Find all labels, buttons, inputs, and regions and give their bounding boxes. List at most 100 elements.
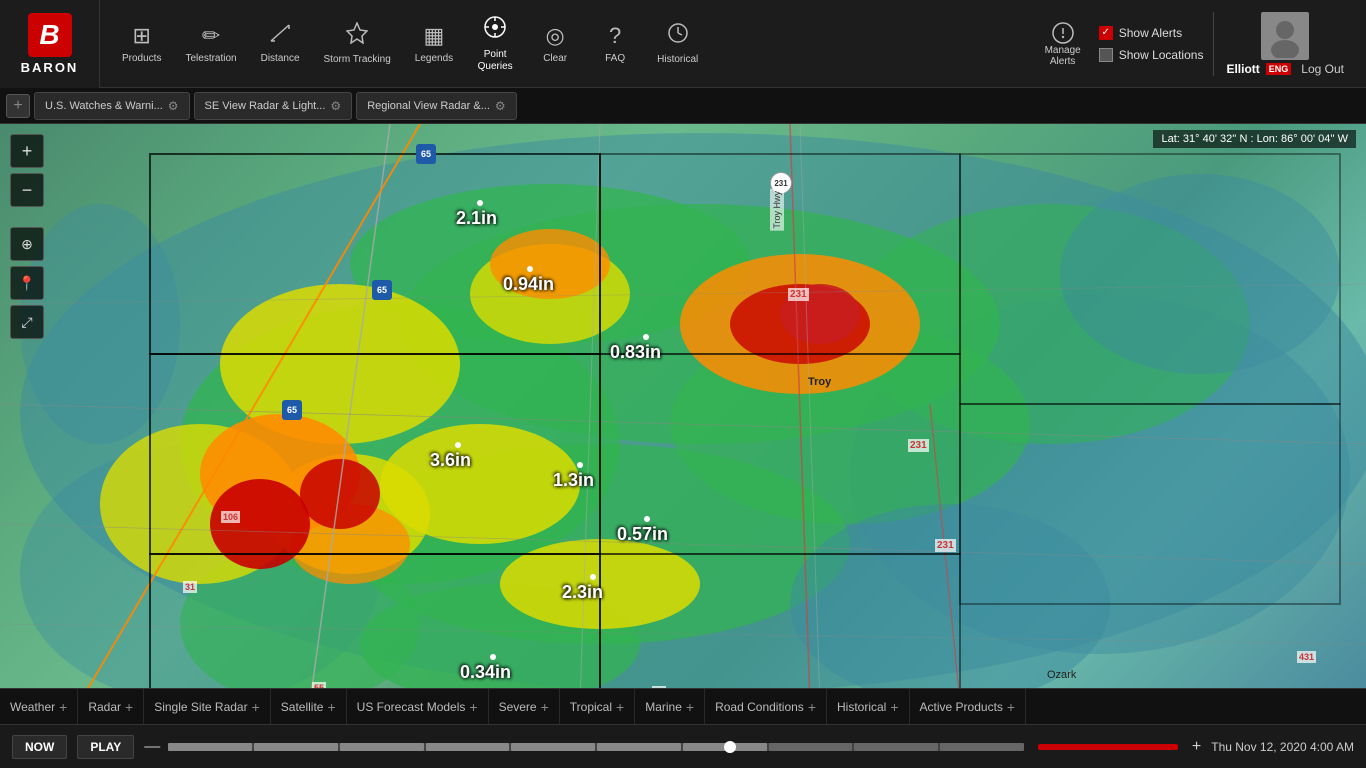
btab-weather[interactable]: Weather +: [0, 689, 78, 725]
show-alerts-toggle[interactable]: ✓ Show Alerts: [1099, 24, 1204, 42]
faq-icon: ?: [609, 23, 621, 49]
distance-icon: [269, 23, 291, 49]
tab-settings-icon-2[interactable]: ⚙: [330, 99, 341, 113]
precip-label-4: 3.6in: [430, 450, 471, 471]
zoom-in-button[interactable]: +: [10, 134, 44, 168]
now-button[interactable]: NOW: [12, 735, 67, 759]
btab-historical-add[interactable]: +: [890, 699, 898, 715]
tabs-bar: + U.S. Watches & Warni... ⚙ SE View Rada…: [0, 88, 1366, 124]
nav-historical[interactable]: Historical: [645, 22, 710, 66]
timeline-minus[interactable]: —: [144, 738, 160, 756]
nav-telestration[interactable]: ✏ Telestration: [173, 23, 248, 65]
tl-seg-3: [340, 743, 424, 751]
timeline-track[interactable]: [168, 743, 1024, 751]
avatar: [1261, 12, 1309, 60]
highway-shield-231-1: 231: [770, 172, 792, 194]
city-label-troy: Troy: [808, 376, 831, 388]
show-alerts-label: Show Alerts: [1119, 26, 1182, 40]
road-label-troy-hwy: Troy Hwy: [770, 189, 784, 231]
show-locations-toggle[interactable]: Show Locations: [1099, 46, 1204, 64]
precip-dot-6: [644, 516, 650, 522]
show-locations-checkbox[interactable]: [1099, 48, 1113, 62]
btab-satellite-add[interactable]: +: [327, 699, 335, 715]
add-tab-button[interactable]: +: [6, 94, 30, 118]
btab-tropical-add[interactable]: +: [616, 699, 624, 715]
btab-active-add[interactable]: +: [1007, 699, 1015, 715]
logo-name: BARON: [21, 60, 79, 75]
btab-severe-add[interactable]: +: [541, 699, 549, 715]
baron-logo[interactable]: B: [28, 13, 72, 57]
tl-seg-5: [511, 743, 595, 751]
logo-area: B BARON: [0, 0, 100, 88]
tab-settings-icon[interactable]: ⚙: [168, 99, 179, 113]
btab-us-forecast[interactable]: US Forecast Models +: [347, 689, 489, 725]
precip-label-3: 0.83in: [610, 342, 661, 363]
btab-road-conditions[interactable]: Road Conditions +: [705, 689, 827, 725]
highway-shield-231-4: 231: [935, 539, 956, 552]
tab-us-watches[interactable]: U.S. Watches & Warni... ⚙: [34, 92, 190, 120]
map-area[interactable]: 2.1in 0.94in 0.83in 3.6in 1.3in 0.57in 2…: [0, 124, 1366, 702]
highway-shield-231-2: 231: [788, 288, 809, 301]
tab-regional-view[interactable]: Regional View Radar &... ⚙: [356, 92, 516, 120]
expand-button[interactable]: ⤢: [10, 305, 44, 339]
highway-shield-31-1: 31: [183, 581, 197, 593]
btab-weather-add[interactable]: +: [59, 699, 67, 715]
btab-forecast-add[interactable]: +: [469, 699, 477, 715]
location-pin-button[interactable]: 📍: [10, 266, 44, 300]
btab-marine[interactable]: Marine +: [635, 689, 705, 725]
datetime-display: Thu Nov 12, 2020 4:00 AM: [1211, 740, 1354, 754]
nav-legends[interactable]: ▦ Legends: [403, 23, 465, 65]
btab-single-add[interactable]: +: [252, 699, 260, 715]
bottom-player: NOW PLAY — + Thu Nov 12, 2020 4:00 AM: [0, 724, 1366, 768]
nav-point-queries[interactable]: PointQueries: [465, 15, 525, 73]
nav-faq[interactable]: ? FAQ: [585, 23, 645, 65]
precip-dot-5: [577, 462, 583, 468]
precip-label-1: 2.1in: [456, 208, 497, 229]
btab-severe[interactable]: Severe +: [489, 689, 560, 725]
timeline-segments: [168, 743, 1024, 751]
products-icon: ⊞: [133, 23, 151, 49]
btab-satellite[interactable]: Satellite +: [271, 689, 347, 725]
manage-alerts-btn[interactable]: ManageAlerts: [1037, 21, 1089, 67]
tab-se-view[interactable]: SE View Radar & Light... ⚙: [194, 92, 353, 120]
btab-single-site[interactable]: Single Site Radar +: [144, 689, 271, 725]
point-queries-icon: [483, 15, 507, 45]
btab-marine-add[interactable]: +: [686, 699, 694, 715]
btab-tropical[interactable]: Tropical +: [560, 689, 635, 725]
timeline-position-dot[interactable]: [724, 741, 736, 753]
btab-radar[interactable]: Radar +: [78, 689, 144, 725]
logout-button[interactable]: Log Out: [1301, 62, 1344, 76]
show-alerts-checkbox[interactable]: ✓: [1099, 26, 1113, 40]
tl-seg-8: [769, 743, 853, 751]
tl-seg-10: [940, 743, 1024, 751]
nav-clear[interactable]: ◎ Clear: [525, 23, 585, 65]
precip-label-6: 0.57in: [617, 524, 668, 545]
navbar-right: ManageAlerts ✓ Show Alerts Show Location…: [1027, 12, 1366, 76]
tl-seg-1: [168, 743, 252, 751]
user-area[interactable]: Elliott ENG Log Out: [1213, 12, 1356, 76]
nav-items: ⊞ Products ✏ Telestration Distance Storm…: [100, 15, 1027, 73]
zoom-in-alt-button[interactable]: ⊕: [10, 227, 44, 261]
precip-label-2: 0.94in: [503, 274, 554, 295]
timeline-red-bar: [1038, 744, 1178, 750]
precip-dot-4: [455, 442, 461, 448]
nav-distance[interactable]: Distance: [249, 23, 312, 65]
play-button[interactable]: PLAY: [77, 735, 134, 759]
btab-road-add[interactable]: +: [808, 699, 816, 715]
timeline-plus[interactable]: +: [1192, 738, 1201, 756]
bottom-tabs: Weather + Radar + Single Site Radar + Sa…: [0, 688, 1366, 724]
precip-label-8: 0.34in: [460, 662, 511, 683]
precip-label-7: 2.3in: [562, 582, 603, 603]
btab-historical[interactable]: Historical +: [827, 689, 910, 725]
map-canvas[interactable]: 2.1in 0.94in 0.83in 3.6in 1.3in 0.57in 2…: [0, 124, 1366, 702]
tab-settings-icon-3[interactable]: ⚙: [495, 99, 506, 113]
btab-radar-add[interactable]: +: [125, 699, 133, 715]
btab-active-products[interactable]: Active Products +: [910, 689, 1027, 725]
highway-shield-431: 431: [1297, 651, 1316, 663]
nav-storm-tracking[interactable]: Storm Tracking: [312, 22, 403, 66]
zoom-out-button[interactable]: −: [10, 173, 44, 207]
highway-shield-65-1: 65: [416, 144, 436, 164]
highway-shield-106: 106: [221, 511, 240, 523]
tl-seg-4: [426, 743, 510, 751]
nav-products[interactable]: ⊞ Products: [110, 23, 173, 65]
